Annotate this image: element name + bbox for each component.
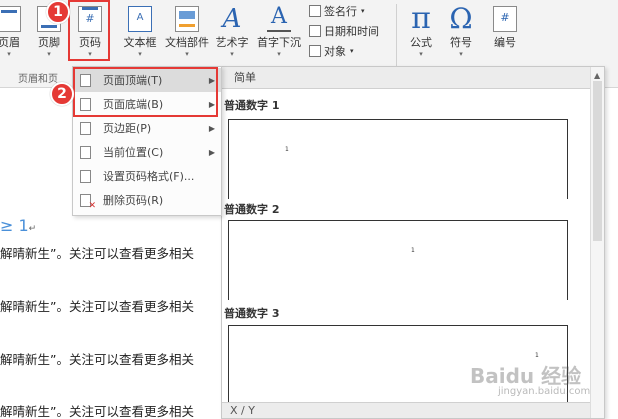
text-box-icon: A xyxy=(128,6,152,32)
calendar-icon xyxy=(309,24,321,37)
gallery-section-header: 简单 xyxy=(222,67,604,89)
document-heading: ≥ 1↵ xyxy=(0,216,37,235)
remove-page-number-icon xyxy=(80,193,96,211)
chevron-down-icon: ▾ xyxy=(419,50,423,58)
page-number-sample: 1 xyxy=(535,352,539,359)
menu-item-format-page-numbers[interactable]: 设置页码格式(F)... xyxy=(73,164,221,188)
menu-item-page-margins[interactable]: 页边距(P) ▶ xyxy=(73,116,221,140)
document-paragraph: 解晴新生”。关注可以查看更多相关 xyxy=(0,299,194,314)
quick-parts-button[interactable]: 文档部件 ▾ xyxy=(162,2,212,64)
step-badge-1: 1 xyxy=(46,0,70,24)
text-box-button[interactable]: A 文本框 ▾ xyxy=(118,2,162,64)
scrollbar-thumb[interactable] xyxy=(593,81,602,241)
step-badge-2: 2 xyxy=(50,82,74,106)
gallery-item-label: 普通数字 1 xyxy=(224,99,280,112)
drop-cap-button[interactable]: A 首字下沉 ▾ xyxy=(253,2,305,64)
menu-item-current-position[interactable]: 当前位置(C) ▶ xyxy=(73,140,221,164)
number-icon: # xyxy=(493,6,517,32)
watermark-url: jingyan.baidu.com xyxy=(498,386,591,397)
chevron-down-icon: ▾ xyxy=(350,46,354,55)
page-number-sample: 1 xyxy=(285,146,289,153)
menu-highlight xyxy=(73,67,218,117)
chevron-down-icon: ▾ xyxy=(459,50,463,58)
equation-button[interactable]: π 公式 ▾ xyxy=(404,2,438,64)
chevron-right-icon: ▶ xyxy=(208,147,215,157)
object-button[interactable]: 对象 ▾ xyxy=(309,42,354,59)
drop-cap-icon: A xyxy=(267,6,291,32)
header-button[interactable]: 页眉 ▾ xyxy=(0,2,24,64)
chevron-down-icon: ▾ xyxy=(277,50,281,58)
pi-icon: π xyxy=(411,1,431,36)
quick-parts-icon xyxy=(175,6,199,32)
document-paragraph: 解晴新生”。关注可以查看更多相关 xyxy=(0,246,194,261)
signature-line-button[interactable]: 签名行 ▾ xyxy=(309,2,365,19)
gallery-item-label: 普通数字 3 xyxy=(224,307,280,320)
format-page-number-icon xyxy=(80,169,91,183)
symbol-button[interactable]: Ω 符号 ▾ xyxy=(444,2,478,64)
omega-icon: Ω xyxy=(449,2,473,35)
chevron-down-icon: ▾ xyxy=(7,50,11,58)
page-margin-icon xyxy=(80,121,91,135)
object-icon xyxy=(309,44,321,57)
wordart-icon: A xyxy=(222,4,242,34)
chevron-down-icon: ▾ xyxy=(185,50,189,58)
wordart-button[interactable]: A 艺术字 ▾ xyxy=(212,2,252,64)
gallery-scrollbar[interactable]: ▲ xyxy=(590,67,604,418)
signature-icon xyxy=(309,4,321,17)
chevron-down-icon: ▾ xyxy=(230,50,234,58)
chevron-down-icon: ▾ xyxy=(138,50,142,58)
group-label-header-footer: 页眉和页 xyxy=(18,74,58,85)
current-position-icon xyxy=(80,145,91,159)
document-paragraph: 解晴新生”。关注可以查看更多相关 xyxy=(0,352,194,367)
gallery-item-plain-number-2[interactable]: 1 xyxy=(228,220,568,300)
header-icon xyxy=(0,6,21,32)
gallery-item-plain-number-1[interactable]: 1 xyxy=(228,119,568,199)
page-number-highlight xyxy=(68,0,110,61)
gallery-section-footer: X / Y xyxy=(222,402,592,418)
chevron-right-icon: ▶ xyxy=(208,123,215,133)
gallery-item-label: 普通数字 2 xyxy=(224,203,280,216)
baidu-watermark: Baidu 经验 xyxy=(470,364,582,388)
date-time-button[interactable]: 日期和时间 xyxy=(309,22,379,39)
document-paragraph: 解晴新生”。关注可以查看更多相关 xyxy=(0,404,194,419)
scroll-up-icon[interactable]: ▲ xyxy=(594,71,600,80)
number-button[interactable]: # 编号 xyxy=(488,2,522,64)
group-divider xyxy=(396,4,397,66)
menu-item-remove-page-numbers[interactable]: 删除页码(R) xyxy=(73,188,221,212)
page-number-sample: 1 xyxy=(411,247,415,254)
chevron-down-icon: ▾ xyxy=(361,6,365,15)
chevron-down-icon: ▾ xyxy=(47,50,51,58)
